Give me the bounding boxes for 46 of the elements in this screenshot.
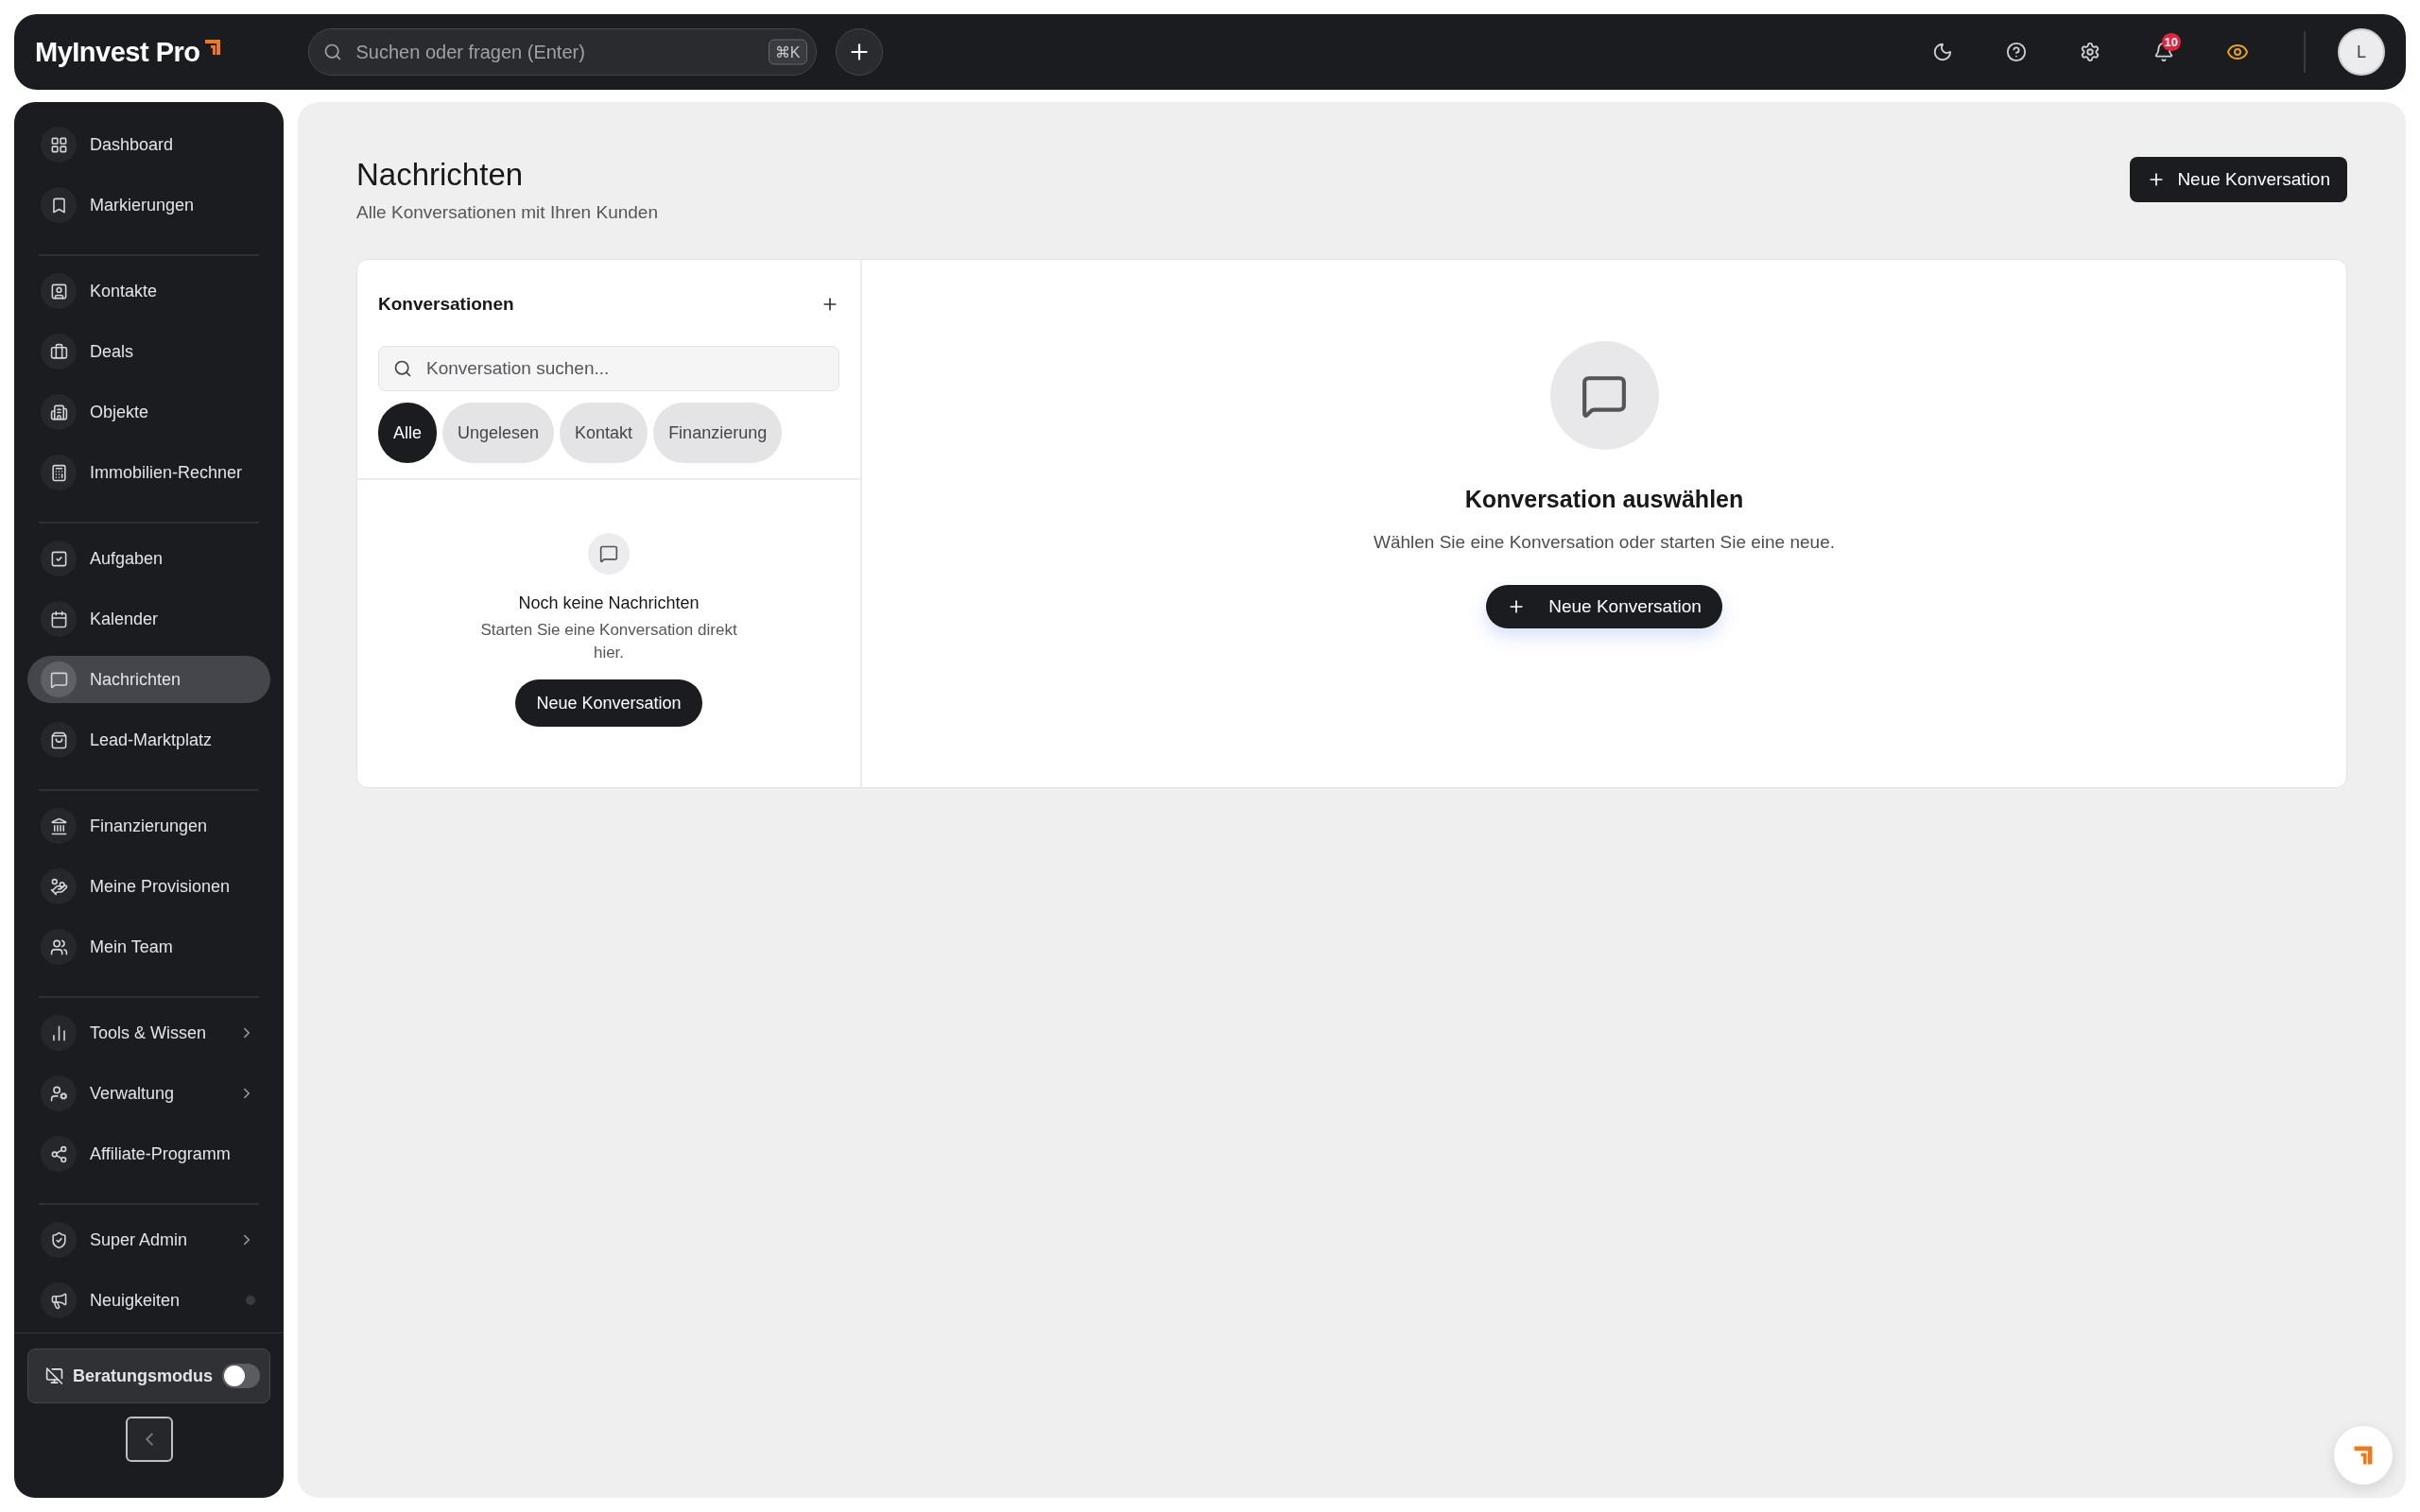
add-button[interactable] <box>835 28 883 76</box>
sidebar-item[interactable]: Verwaltung <box>27 1070 270 1117</box>
message-icon <box>588 533 630 575</box>
sidebar-item[interactable]: Dashboard <box>27 121 270 168</box>
new-conversation-button[interactable]: Neue Konversation <box>515 679 702 727</box>
notification-badge: 10 <box>2161 33 2181 51</box>
shortcut-hint: ⌘K <box>768 39 807 65</box>
sidebar-item[interactable]: Markierungen <box>27 181 270 229</box>
sidebar-item[interactable]: Objekte <box>27 388 270 436</box>
sidebar-item[interactable]: Deals <box>27 328 270 375</box>
filter-chip[interactable]: Finanzierung <box>653 403 783 463</box>
panel-title: Konversationen <box>378 294 514 315</box>
filter-chip[interactable]: Kontakt <box>560 403 648 463</box>
sidebar-item[interactable]: Lead-Marktplatz <box>27 716 270 764</box>
monitor-off-icon <box>45 1366 64 1386</box>
search-icon <box>322 43 342 61</box>
page-title: Nachrichten <box>356 157 525 193</box>
empty-text: Wählen Sie eine Konversation oder starten Sie eine neue. <box>1374 532 1835 553</box>
collapse-button[interactable] <box>125 1417 173 1462</box>
sidebar-item[interactable]: Kontakte <box>27 267 270 315</box>
logo[interactable]: MyInvest Pro <box>35 36 223 68</box>
mode-label: Beratungsmodus <box>73 1366 214 1386</box>
page-subtitle: Alle Konversationen mit Ihren Kunden <box>356 202 658 223</box>
sidebar-item[interactable]: Meine Provisionen <box>27 863 270 910</box>
sidebar-item[interactable]: Super Admin <box>27 1216 270 1263</box>
empty-text: Starten Sie eine Konversation direkt hier. <box>479 620 738 663</box>
sidebar-item[interactable]: Tools & Wissen <box>27 1009 270 1057</box>
user-avatar[interactable]: L <box>2338 28 2385 76</box>
sidebar-item[interactable]: Mein Team <box>27 923 270 971</box>
sidebar-item[interactable]: Affiliate-Programm <box>27 1130 270 1177</box>
empty-title: Noch keine Nachrichten <box>518 593 700 613</box>
sidebar-item[interactable]: Kalender <box>27 595 270 643</box>
toggle-switch[interactable] <box>222 1364 260 1388</box>
notifications-button[interactable]: 10 <box>2145 33 2183 71</box>
new-conversation-button[interactable]: Neue Konversation <box>2130 157 2347 202</box>
sidebar-item[interactable]: Nachrichten <box>27 656 270 703</box>
filter-chip[interactable]: Ungelesen <box>442 403 555 463</box>
filter-chip[interactable]: Alle <box>378 403 437 463</box>
empty-title: Konversation auswählen <box>1464 486 1744 513</box>
sidebar-item[interactable]: Neuigkeiten <box>27 1277 270 1324</box>
sidebar-item[interactable]: Finanzierungen <box>27 802 270 850</box>
sidebar-item[interactable]: Immobilien-Rechner <box>27 449 270 496</box>
status-dot <box>246 1296 255 1305</box>
search-icon <box>393 359 412 378</box>
sidebar-item[interactable]: Aufgaben <box>27 535 270 582</box>
new-conversation-button[interactable]: Neue Konversation <box>1486 585 1722 628</box>
